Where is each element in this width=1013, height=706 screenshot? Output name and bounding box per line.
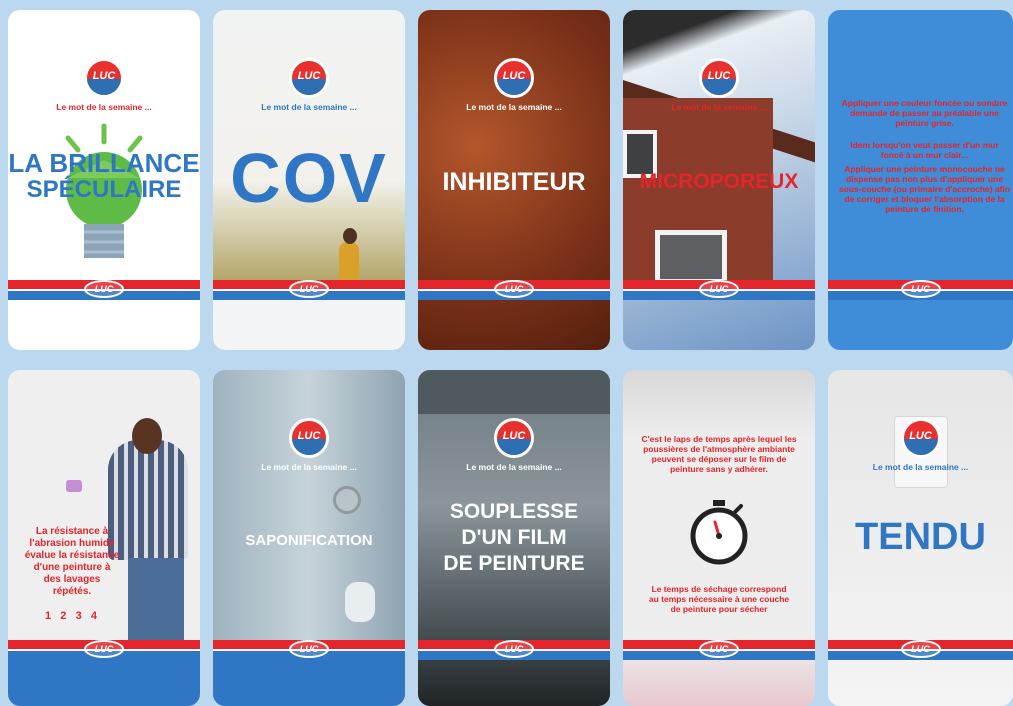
card-title-line1: SOUPLESSE — [449, 500, 579, 523]
card-footer — [213, 660, 405, 706]
word-of-week-label: Le mot de la semaine ... — [466, 462, 562, 472]
luc-logo: LUC — [699, 58, 739, 98]
card-paragraph-bottom: Le temps de séchage correspond au temps … — [648, 584, 790, 614]
sponge — [66, 480, 82, 492]
card-title-line2: SPÉCULAIRE — [26, 176, 182, 203]
brand-stripe: LUC — [828, 280, 1013, 300]
house-window — [655, 230, 727, 284]
brand-stripe: LUC — [623, 640, 815, 660]
luc-logo: LUC — [494, 418, 534, 458]
card-paragraph: La résistance à l'abrasion humide évalue… — [24, 526, 120, 597]
luc-logo: LUC — [289, 58, 329, 98]
card-inhibiteur[interactable]: LUC Le mot de la semaine ... INHIBITEUR … — [418, 10, 610, 350]
card-tendu[interactable]: LUC Le mot de la semaine ... TENDU LUC — [828, 370, 1013, 706]
card-title-line1: LA BRILLANCE — [8, 148, 200, 178]
card-abrasion[interactable]: La résistance à l'abrasion humide évalue… — [8, 370, 200, 706]
card-title-line2: D'UN FILM — [461, 526, 567, 549]
word-of-week-label: Le mot de la semaine ... — [872, 462, 969, 472]
card-title: TENDU — [855, 516, 986, 558]
card-footer — [8, 660, 200, 706]
card-paragraph-1: Appliquer une couleur foncée ou sombre d… — [841, 98, 1008, 128]
card-footer — [213, 300, 405, 350]
card-paragraph-3: Appliquer une peinture monocouche ne dis… — [838, 164, 1011, 214]
woman-figure — [339, 242, 359, 282]
card-title: SAPONIFICATION — [245, 532, 373, 549]
card-saponification[interactable]: LUC Le mot de la semaine ... SAPONIFICAT… — [213, 370, 405, 706]
brand-stripe: LUC — [828, 640, 1013, 660]
card-title: MICROPOREUX — [639, 170, 799, 193]
paint-roller — [333, 486, 361, 514]
card-title: INHIBITEUR — [442, 168, 586, 196]
brand-stripe: LUC — [8, 280, 200, 300]
card-laps-temps[interactable]: C'est le laps de temps après lequel les … — [623, 370, 815, 706]
brand-stripe: LUC — [213, 280, 405, 300]
card-couleur-foncee[interactable]: Appliquer une couleur foncée ou sombre d… — [828, 10, 1013, 350]
card-paragraph-2: Idem lorsqu'on veut passer d'un mur fonc… — [850, 140, 999, 160]
blurred-header — [418, 370, 610, 414]
brand-stripe: LUC — [8, 640, 200, 660]
glove-hand — [345, 582, 375, 622]
word-of-week-label: Le mot de la semaine ... — [466, 102, 562, 112]
brand-stripe: LUC — [213, 640, 405, 660]
card-souplesse[interactable]: LUC Le mot de la semaine ... SOUPLESSE D… — [418, 370, 610, 706]
brand-stripe: LUC — [623, 280, 815, 300]
word-of-week-label: Le mot de la semaine ... — [671, 102, 767, 112]
woman-shirt — [108, 440, 188, 560]
luc-logo: LUC — [84, 58, 124, 98]
stopwatch-icon — [690, 500, 748, 565]
card-title-line3: DE PEINTURE — [443, 552, 585, 575]
word-of-week-label: Le mot de la semaine ... — [261, 102, 357, 112]
woman-head — [343, 228, 357, 244]
card-paragraph-top: C'est le laps de temps après lequel les … — [641, 434, 797, 474]
luc-logo: LUC — [289, 418, 329, 458]
luc-logo: LUC — [494, 58, 534, 98]
luc-logo: LUC — [900, 418, 941, 458]
card-brillance-speculaire[interactable]: LUC Le mot de la semaine ... LA BRILLANC… — [8, 10, 200, 350]
rating-numbers: 1 2 3 4 — [45, 610, 97, 622]
card-microporeux[interactable]: LUC Le mot de la semaine ... MICROPOREUX… — [623, 10, 815, 350]
woman-head — [132, 418, 162, 454]
word-of-week-label: Le mot de la semaine ... — [261, 462, 357, 472]
card-cov[interactable]: LUC Le mot de la semaine ... COV LUC — [213, 10, 405, 350]
card-title: COV — [230, 139, 388, 217]
woman-jeans — [128, 558, 184, 648]
word-of-week-label: Le mot de la semaine ... — [56, 102, 152, 112]
brand-stripe: LUC — [418, 640, 610, 660]
brand-stripe: LUC — [418, 280, 610, 300]
